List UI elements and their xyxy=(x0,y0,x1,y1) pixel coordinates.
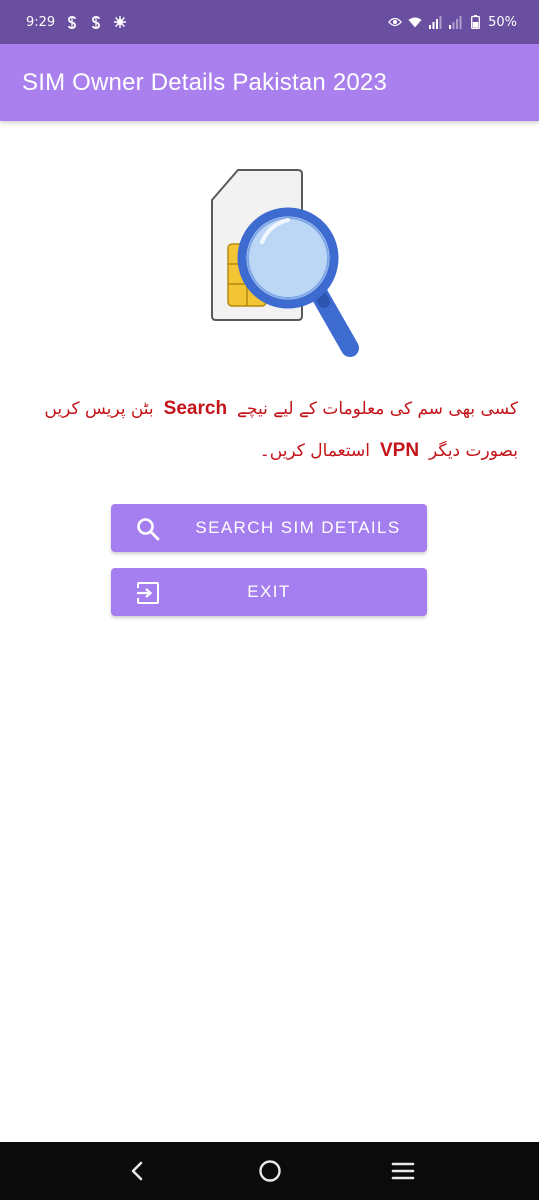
sim-search-illustration xyxy=(200,160,370,370)
back-chevron-icon xyxy=(131,1161,142,1181)
eye-icon xyxy=(388,15,403,29)
search-sim-details-button[interactable]: SEARCH SIM DETAILS xyxy=(111,504,427,552)
status-time: 9:29 xyxy=(26,14,56,30)
home-button[interactable] xyxy=(250,1151,290,1191)
recents-menu-icon xyxy=(391,1162,414,1180)
search-icon xyxy=(135,516,161,542)
home-circle-icon xyxy=(258,1160,281,1182)
back-button[interactable] xyxy=(117,1151,157,1191)
sim-s-icon xyxy=(65,15,79,29)
status-bar: 9:29 50% xyxy=(0,0,539,44)
status-right: 50% xyxy=(388,15,517,30)
instructions-search-keyword: Search xyxy=(163,398,228,419)
instructions-part1: کسی بھی سم کی معلومات کے لیے نیچے xyxy=(237,399,518,419)
exit-button[interactable]: EXIT xyxy=(111,568,427,616)
sim-card-magnifier-icon xyxy=(211,169,359,357)
recents-button[interactable] xyxy=(383,1151,423,1191)
battery-percent: 50% xyxy=(488,14,517,30)
app-title: SIM Owner Details Pakistan 2023 xyxy=(22,68,388,96)
status-left: 9:29 xyxy=(26,15,127,30)
signal-weak-icon xyxy=(448,15,462,29)
navigation-bar xyxy=(0,1142,539,1200)
instructions-text: کسی بھی سم کی معلومات کے لیے نیچےSearchب… xyxy=(20,388,518,472)
search-button-label: SEARCH SIM DETAILS xyxy=(195,518,401,537)
battery-icon xyxy=(468,15,482,29)
signal-icon xyxy=(428,15,442,29)
sim-s-icon xyxy=(89,15,103,29)
instructions-vpn-keyword: VPN xyxy=(379,440,420,461)
app-bar: SIM Owner Details Pakistan 2023 xyxy=(0,44,539,121)
exit-button-label: EXIT xyxy=(247,582,291,601)
instructions-part3: استعمال کریں۔ xyxy=(259,441,370,461)
notification-icon xyxy=(113,15,127,29)
wifi-icon xyxy=(408,15,422,29)
